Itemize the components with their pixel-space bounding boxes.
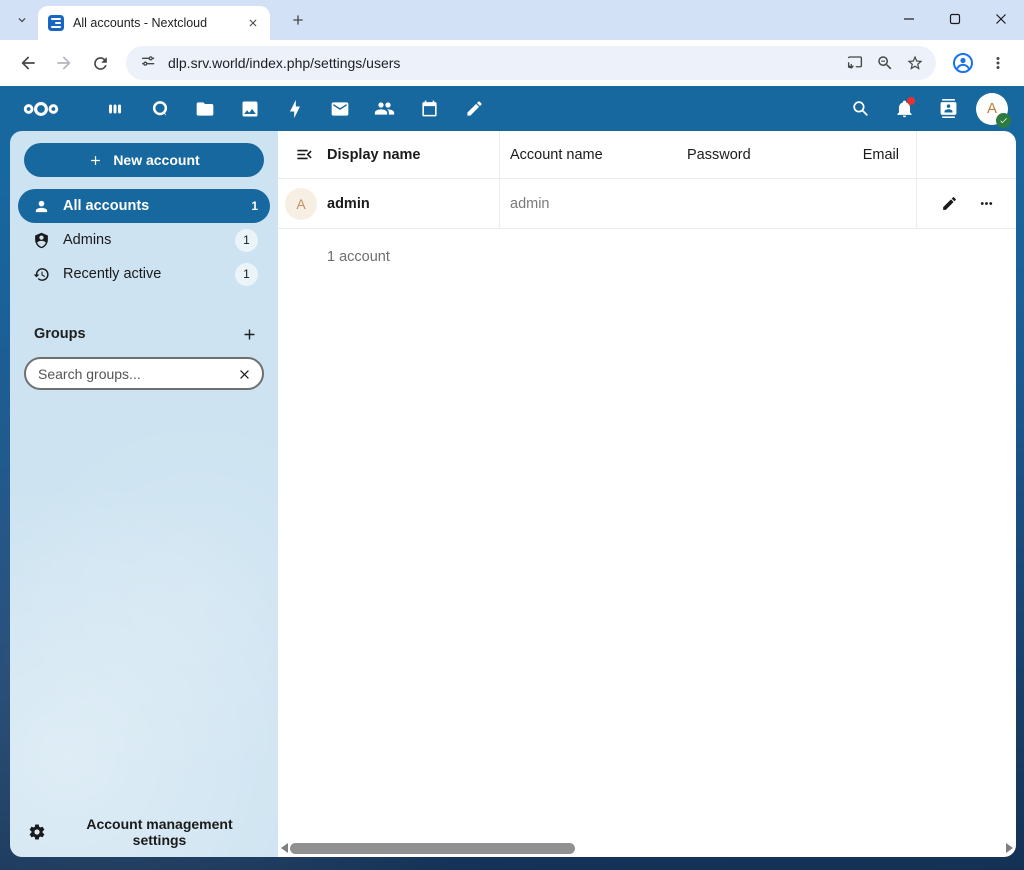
history-icon [32,266,50,283]
tab-close-icon[interactable] [244,14,262,32]
photos-icon[interactable] [227,86,272,131]
nextcloud-logo-icon[interactable] [12,100,70,118]
shield-account-icon [32,232,50,249]
site-settings-icon[interactable] [140,53,156,74]
table-header: Display name Account name Password Email [278,131,1016,179]
groups-section-header: Groups [34,321,262,347]
sidebar-item-admins[interactable]: Admins 1 [18,223,270,257]
unified-search-icon[interactable] [838,87,882,131]
accounts-sidebar: New account All accounts 1 Admins 1 Rece… [10,131,278,857]
window-controls [886,0,1024,38]
row-avatar: A [285,187,317,220]
column-display-name: Display name [327,146,421,163]
horizontal-scrollbar[interactable] [278,842,1016,855]
account-icon [32,198,50,215]
app-menu [92,86,497,131]
notes-icon[interactable] [452,86,497,131]
row-display-name: admin [327,195,370,212]
collapse-sidebar-icon[interactable] [293,144,315,166]
groups-label: Groups [34,326,86,342]
status-check-icon [996,112,1011,128]
maximize-button[interactable] [932,0,978,38]
nextcloud-page: A New account All accounts 1 Admins 1 Re… [0,86,1024,870]
browser-toolbar: dlp.srv.world/index.php/settings/users [0,40,1024,86]
notification-dot [907,96,915,105]
browser-profile-icon[interactable] [944,44,982,82]
notifications-bell-icon[interactable] [882,87,926,131]
row-email [807,179,917,228]
sidebar-item-label: Recently active [63,266,162,282]
settings-label: Account management settings [86,816,233,848]
add-group-icon[interactable] [236,321,262,347]
column-account-name: Account name [510,146,603,163]
content-container: New account All accounts 1 Admins 1 Rece… [10,131,1016,857]
tab-strip: All accounts - Nextcloud [0,0,1024,40]
search-groups-input[interactable] [24,357,264,390]
account-count: 1 [235,262,258,286]
column-actions [917,131,1016,178]
new-account-button[interactable]: New account [24,143,264,177]
bookmark-star-icon[interactable] [900,48,930,78]
account-count: 1 [235,228,258,252]
account-count-summary: 1 account [327,249,390,265]
column-password: Password [687,146,751,163]
edit-pencil-icon[interactable] [932,187,966,221]
forward-icon[interactable] [46,45,82,81]
files-icon[interactable] [182,86,227,131]
row-avatar-letter: A [296,195,306,212]
gear-icon [28,823,46,841]
clear-search-icon[interactable] [230,360,258,388]
sidebar-item-label: All accounts [63,198,150,214]
back-icon[interactable] [10,45,46,81]
tab-search-icon[interactable] [8,6,36,34]
minimize-button[interactable] [886,0,932,38]
scroll-right-icon[interactable] [1006,843,1013,853]
nextcloud-header: A [0,86,1024,131]
activity-icon[interactable] [272,86,317,131]
header-right: A [838,87,1016,131]
install-app-icon[interactable] [840,48,870,78]
scroll-left-icon[interactable] [281,843,288,853]
url-text: dlp.srv.world/index.php/settings/users [168,55,401,71]
talk-icon[interactable] [137,86,182,131]
row-actions [917,179,1016,228]
contacts-menu-icon[interactable] [926,87,970,131]
mail-icon[interactable] [317,86,362,131]
calendar-icon[interactable] [407,86,452,131]
browser-tab[interactable]: All accounts - Nextcloud [38,6,270,40]
group-search [24,357,264,390]
sidebar-item-all-accounts[interactable]: All accounts 1 [18,189,270,223]
avatar-letter: A [986,100,997,117]
account-management-settings-button[interactable]: Account management settings [10,807,278,857]
sidebar-item-label: Admins [63,232,112,248]
row-account-name: admin [510,195,550,212]
nextcloud-settings-favicon [48,15,64,31]
zoom-icon[interactable] [870,48,900,78]
scrollbar-thumb[interactable] [290,843,575,854]
sidebar-item-recently-active[interactable]: Recently active 1 [18,257,270,291]
table-row[interactable]: A admin admin [278,179,1016,229]
browser-menu-icon[interactable] [982,47,1014,79]
tab-title: All accounts - Nextcloud [73,16,208,30]
row-more-icon[interactable] [969,187,1003,221]
account-count: 1 [251,199,258,213]
close-button[interactable] [978,0,1024,38]
reload-icon[interactable] [82,45,118,81]
url-bar[interactable]: dlp.srv.world/index.php/settings/users [126,46,936,80]
column-email: Email [807,131,917,178]
dashboard-icon[interactable] [92,86,137,131]
user-avatar[interactable]: A [976,92,1011,128]
new-account-label: New account [113,152,200,168]
accounts-main: Display name Account name Password Email… [278,131,1016,857]
contacts-icon[interactable] [362,86,407,131]
browser-window: All accounts - Nextcloud dlp.srv.world/i… [0,0,1024,870]
row-password [687,179,807,228]
new-tab-button[interactable] [284,6,312,34]
